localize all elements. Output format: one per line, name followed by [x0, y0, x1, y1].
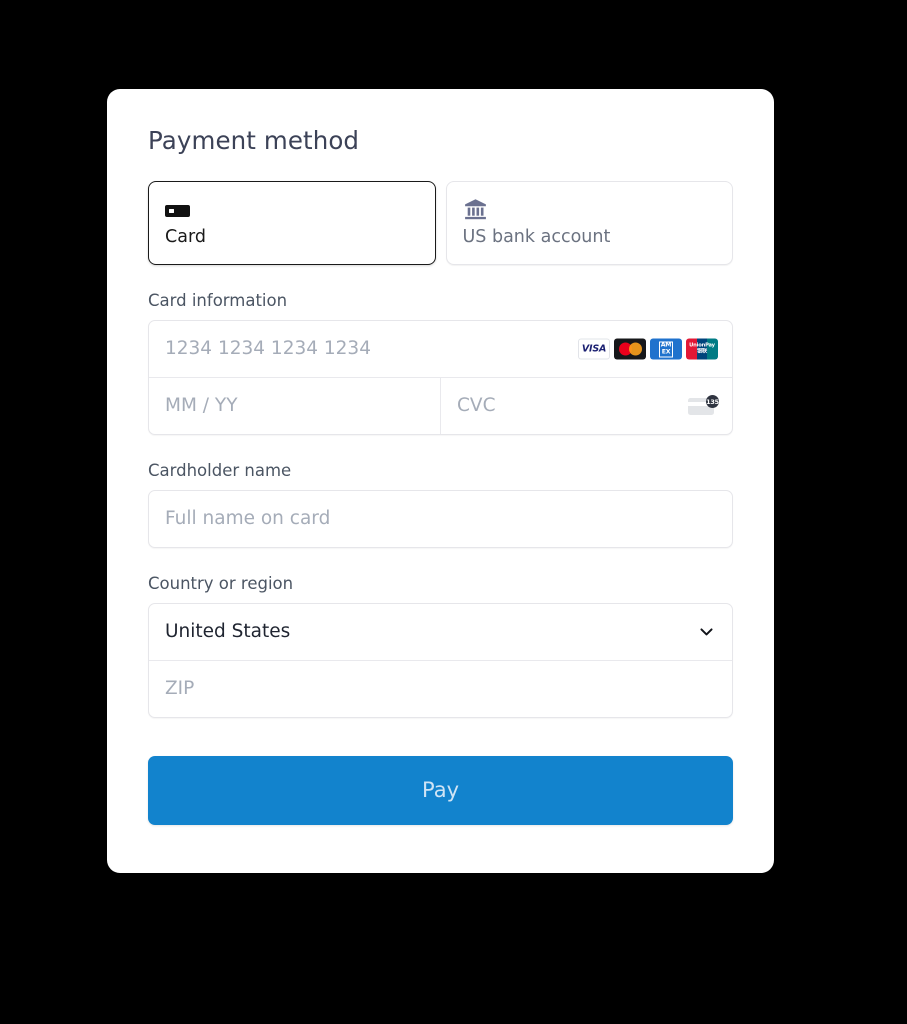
amex-line2: EX: [661, 348, 671, 356]
amex-icon: AM EX: [650, 338, 682, 360]
cardholder-name-input[interactable]: Full name on card: [149, 491, 732, 547]
card-number-placeholder: 1234 1234 1234 1234: [165, 337, 371, 359]
country-row: United States: [149, 604, 732, 660]
zip-row: ZIP: [149, 659, 732, 717]
cvc-hint-digits: 135: [706, 395, 719, 409]
card-number-input[interactable]: 1234 1234 1234 1234 VISA AM EX UnionPay …: [149, 321, 732, 377]
card-expiry-placeholder: MM / YY: [165, 394, 238, 416]
cardholder-name-placeholder: Full name on card: [165, 507, 331, 529]
tab-us-bank-account-label: US bank account: [462, 227, 611, 248]
cardholder-name-row: Full name on card: [149, 491, 732, 547]
zip-placeholder: ZIP: [165, 677, 195, 699]
cvc-hint-icon: 135: [688, 395, 719, 416]
screen-background: Payment method Card US bank account Card…: [0, 0, 907, 1024]
card-information-group: 1234 1234 1234 1234 VISA AM EX UnionPay …: [148, 320, 733, 436]
country-select[interactable]: United States: [149, 604, 732, 660]
cardholder-name-label: Cardholder name: [148, 461, 292, 481]
unionpay-icon: UnionPay 银联: [686, 338, 718, 360]
visa-icon: VISA: [578, 338, 610, 360]
card-number-row: 1234 1234 1234 1234 VISA AM EX UnionPay …: [149, 321, 732, 377]
tab-card-label: Card: [165, 227, 206, 248]
payment-method-panel: Payment method Card US bank account Card…: [107, 89, 774, 873]
country-zip-group: United States ZIP: [148, 602, 733, 718]
bank-icon: [463, 196, 717, 222]
cardholder-name-group: Full name on card: [148, 489, 733, 548]
card-expiry-input[interactable]: MM / YY: [149, 378, 440, 434]
pay-button[interactable]: Pay: [148, 755, 733, 825]
accepted-card-brands: VISA AM EX UnionPay 银联: [578, 338, 718, 360]
unionpay-line2: 银联: [697, 348, 707, 355]
card-cvc-placeholder: CVC: [457, 394, 496, 416]
payment-method-tabs: Card US bank account: [148, 181, 733, 266]
credit-card-icon: [165, 196, 419, 222]
tab-card[interactable]: Card: [148, 181, 436, 266]
card-information-label: Card information: [148, 291, 288, 311]
card-expiry-cvc-row: MM / YY CVC 135: [149, 377, 732, 435]
tab-us-bank-account[interactable]: US bank account: [445, 181, 733, 266]
card-cvc-input[interactable]: CVC 135: [440, 378, 732, 435]
country-or-region-label: Country or region: [148, 573, 294, 593]
country-selected-value: United States: [165, 620, 291, 642]
page-title: Payment method: [148, 126, 360, 155]
mastercard-icon: [614, 338, 646, 360]
zip-input[interactable]: ZIP: [149, 661, 732, 717]
chevron-down-icon: [699, 624, 714, 639]
